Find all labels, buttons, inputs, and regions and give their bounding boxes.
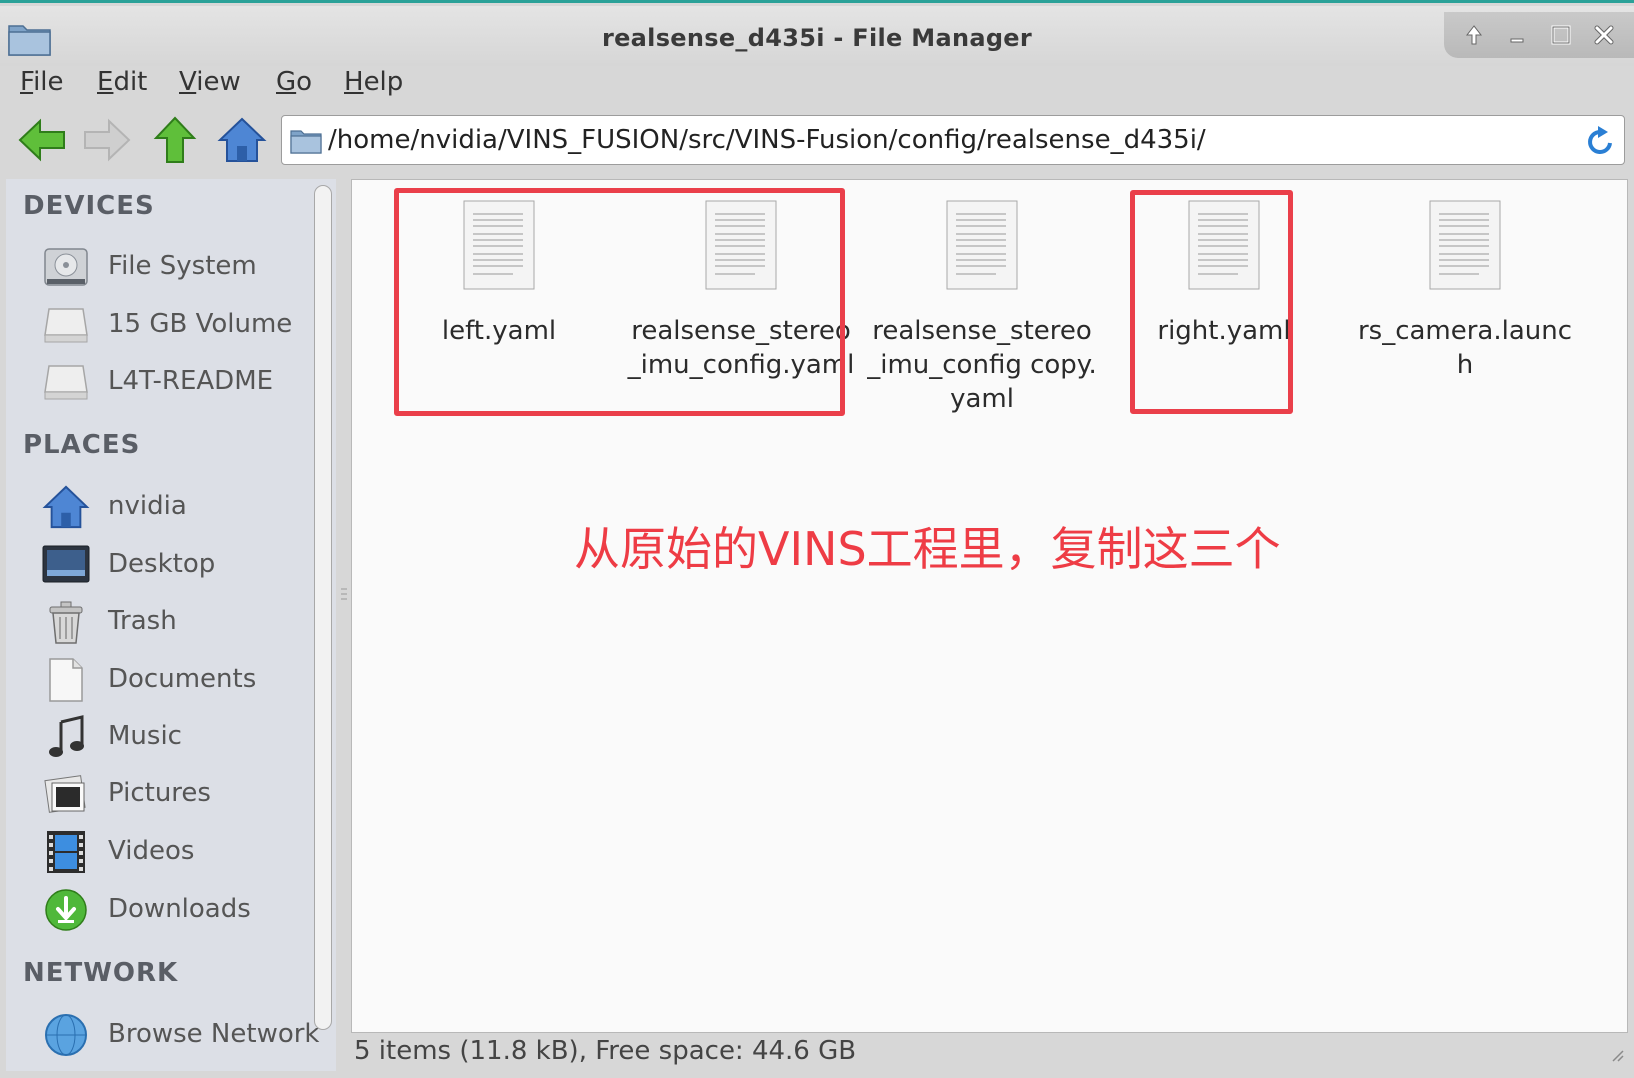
menu-bar: File Edit View Go Help (0, 65, 1634, 105)
file-manager-window: realsense_d435i - File Manager File Edit… (0, 0, 1634, 1078)
menu-help[interactable]: Help (344, 67, 403, 97)
network-icon (42, 1011, 90, 1059)
music-icon (42, 713, 90, 761)
file-item-realsense-stereo-imu-config-copy-yaml[interactable]: realsense_stereo_imu_config copy.yaml (867, 200, 1097, 416)
text-file-icon (1350, 200, 1580, 294)
devices-header: DEVICES (23, 191, 155, 221)
sidebar-scrollbar[interactable] (314, 185, 332, 1030)
home-icon (42, 483, 90, 531)
drive-icon (42, 358, 90, 406)
sidebar: DEVICES File System 15 GB Volume L4T-REA… (6, 179, 336, 1071)
forward-arrow-icon[interactable] (80, 113, 134, 167)
places-header: PLACES (23, 430, 141, 460)
back-arrow-icon[interactable] (15, 113, 69, 167)
title-bar[interactable]: realsense_d435i - File Manager (0, 6, 1634, 66)
sidebar-item-browse-network[interactable]: Browse Network (42, 1009, 322, 1061)
file-view[interactable]: left.yaml realsense_stereo_imu_config.ya… (351, 179, 1628, 1033)
pictures-icon (42, 770, 90, 818)
menu-file[interactable]: File (20, 67, 64, 97)
sidebar-item-15gb-volume[interactable]: 15 GB Volume (42, 299, 322, 351)
network-header: NETWORK (23, 958, 179, 988)
highlight-box-right-yaml (1130, 190, 1293, 414)
window-controls (1444, 12, 1634, 58)
window-title: realsense_d435i - File Manager (601, 24, 1033, 52)
location-bar[interactable]: /home/nvidia/VINS_FUSION/src/VINS-Fusion… (281, 115, 1625, 165)
sidebar-item-videos[interactable]: Videos (42, 826, 322, 878)
menu-go[interactable]: Go (276, 67, 312, 97)
file-item-rs-camera-launch[interactable]: rs_camera.launch (1350, 200, 1580, 382)
sidebar-item-l4t-readme[interactable]: L4T-README (42, 356, 322, 408)
folder-icon (290, 128, 322, 158)
sidebar-item-trash[interactable]: Trash (42, 596, 322, 648)
menu-view[interactable]: View (179, 67, 241, 97)
drive-icon (42, 301, 90, 349)
sidebar-item-pictures[interactable]: Pictures (42, 768, 322, 820)
minimize-icon[interactable] (1499, 17, 1535, 53)
sidebar-item-file-system[interactable]: File System (42, 241, 322, 293)
up-arrow-icon[interactable] (1456, 17, 1492, 53)
maximize-icon[interactable] (1543, 17, 1579, 53)
file-name: realsense_stereo_imu_config copy.yaml (867, 316, 1097, 414)
harddisk-icon (42, 243, 90, 291)
pane-splitter[interactable] (337, 179, 351, 1071)
close-icon[interactable] (1586, 17, 1622, 53)
file-name: rs_camera.launch (1357, 316, 1573, 380)
sidebar-item-downloads[interactable]: Downloads (42, 884, 322, 936)
menu-edit[interactable]: Edit (97, 67, 147, 97)
resize-grip-icon[interactable] (1610, 1047, 1624, 1066)
sidebar-item-nvidia[interactable]: nvidia (42, 481, 322, 533)
sidebar-item-desktop[interactable]: Desktop (42, 539, 322, 591)
desktop-icon (42, 541, 90, 589)
annotation-text: 从原始的VINS工程里，复制这三个 (574, 522, 1281, 576)
videos-icon (42, 828, 90, 876)
reload-icon[interactable] (1584, 124, 1616, 162)
highlight-box-left-group (394, 188, 845, 416)
downloads-icon (42, 886, 90, 934)
up-arrow-icon[interactable] (148, 113, 202, 167)
toolbar: /home/nvidia/VINS_FUSION/src/VINS-Fusion… (0, 107, 1634, 171)
location-path[interactable]: /home/nvidia/VINS_FUSION/src/VINS-Fusion… (328, 125, 1206, 155)
sidebar-item-documents[interactable]: Documents (42, 654, 322, 706)
sidebar-item-music[interactable]: Music (42, 711, 322, 763)
home-icon[interactable] (215, 113, 269, 167)
status-bar: 5 items (11.8 kB), Free space: 44.6 GB (354, 1036, 857, 1066)
trash-icon (42, 598, 90, 646)
text-file-icon (867, 200, 1097, 294)
document-icon (42, 656, 90, 704)
